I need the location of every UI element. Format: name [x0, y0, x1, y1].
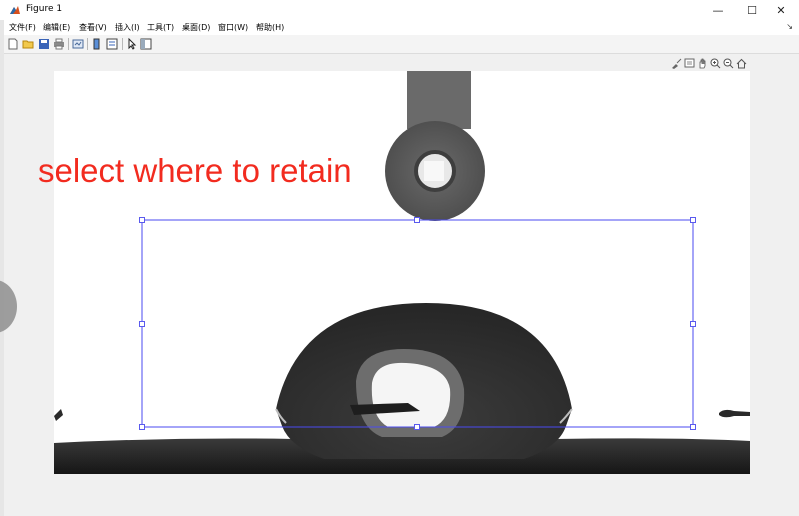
- property-inspector-icon[interactable]: [140, 38, 152, 50]
- zoom-in-icon[interactable]: [710, 58, 721, 69]
- image-axes[interactable]: [54, 71, 750, 474]
- menu-file[interactable]: 文件(F): [9, 22, 36, 33]
- toolbar-separator: [87, 38, 88, 50]
- menu-overflow-arrow[interactable]: ↘: [786, 22, 793, 31]
- menu-edit[interactable]: 编辑(E): [43, 22, 70, 33]
- new-figure-icon[interactable]: [7, 38, 19, 50]
- toolbar-separator: [122, 38, 123, 50]
- figure-toolbar: [0, 35, 799, 54]
- pan-hand-icon[interactable]: [697, 58, 708, 69]
- brush-icon[interactable]: [671, 58, 682, 69]
- link-plot-icon[interactable]: [72, 38, 84, 50]
- open-file-icon[interactable]: [22, 38, 34, 50]
- menu-insert[interactable]: 插入(I): [115, 22, 140, 33]
- menu-help[interactable]: 帮助(H): [256, 22, 284, 33]
- data-tips-icon[interactable]: [684, 58, 695, 69]
- menu-desktop[interactable]: 桌面(D): [182, 22, 210, 33]
- save-icon[interactable]: [38, 38, 50, 50]
- menu-view[interactable]: 查看(V): [79, 22, 107, 33]
- home-icon[interactable]: [736, 58, 747, 69]
- menu-bar: 文件(F) 编辑(E) 查看(V) 插入(I) 工具(T) 桌面(D) 窗口(W…: [0, 20, 799, 35]
- title-bar: Figure 1 — ☐ ✕: [0, 0, 799, 20]
- toolbar-separator: [68, 38, 69, 50]
- droplet-bright-spot: [371, 362, 451, 427]
- left-window-edge: [0, 20, 4, 516]
- print-icon[interactable]: [53, 38, 65, 50]
- menu-tools[interactable]: 工具(T): [147, 22, 174, 33]
- instruction-text: select where to retain: [38, 152, 352, 189]
- floating-handle[interactable]: [0, 280, 17, 333]
- zoom-out-icon[interactable]: [723, 58, 734, 69]
- edit-plot-arrow-icon[interactable]: [126, 38, 138, 50]
- insert-legend-icon[interactable]: [106, 38, 118, 50]
- insert-colorbar-icon[interactable]: [91, 38, 103, 50]
- close-button[interactable]: ✕: [763, 0, 799, 20]
- matlab-app-icon: [10, 6, 20, 14]
- minimize-button[interactable]: —: [700, 0, 736, 20]
- window-title: Figure 1: [26, 4, 63, 14]
- menu-window[interactable]: 窗口(W): [218, 22, 248, 33]
